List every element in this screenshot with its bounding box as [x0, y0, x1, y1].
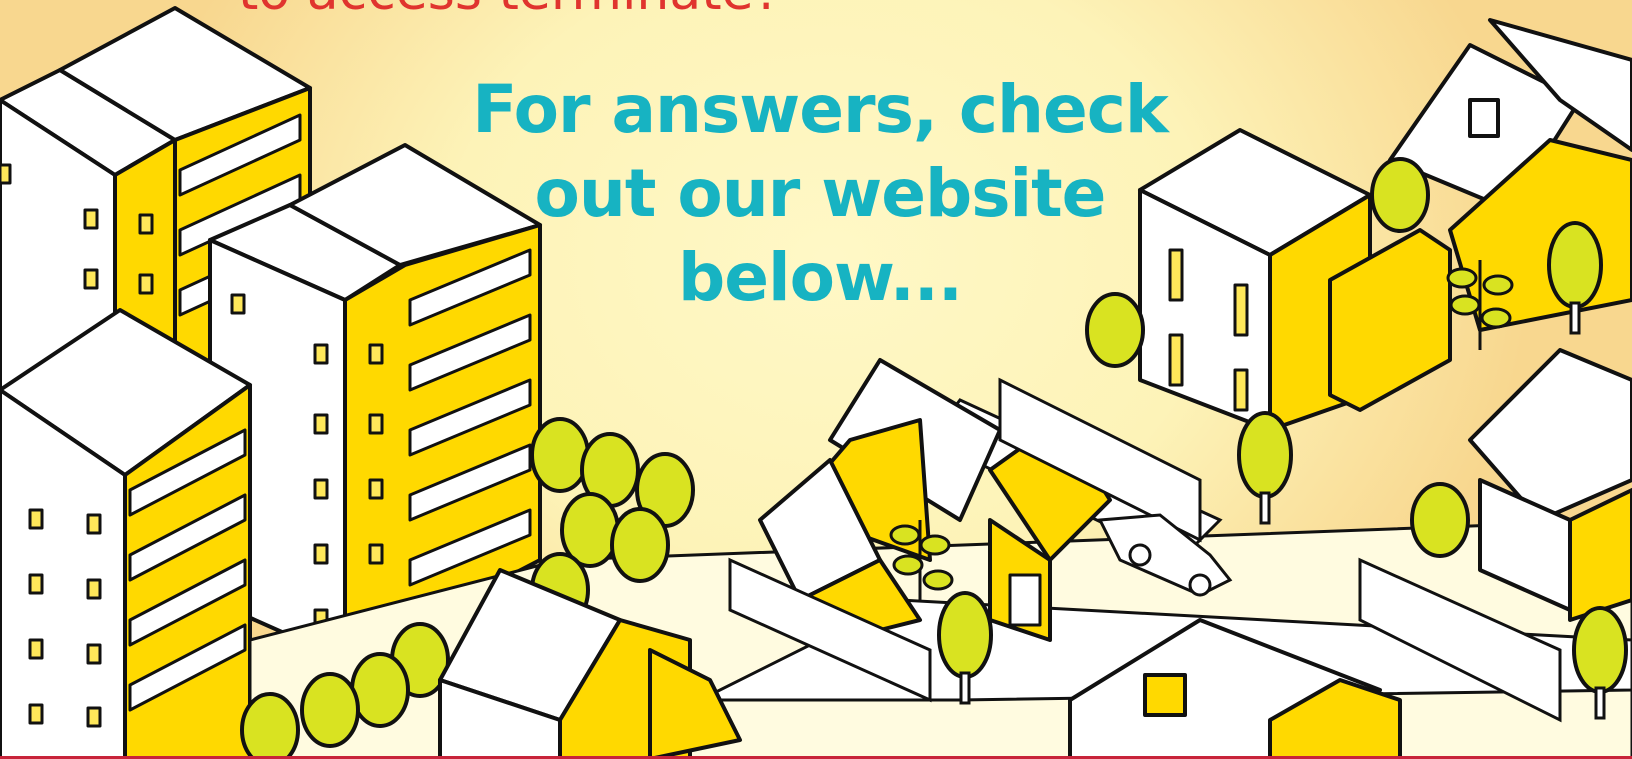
headline-line-1: For answers, check	[472, 71, 1169, 148]
heading-text: to access terminate?	[238, 0, 938, 12]
headline-line-2: out our website	[534, 155, 1107, 232]
apartment-building-front	[0, 308, 252, 759]
headline: For answers, check out our website below…	[470, 68, 1170, 320]
headline-line-3: below...	[678, 239, 963, 316]
heading-partial: to access terminate?	[238, 0, 938, 12]
